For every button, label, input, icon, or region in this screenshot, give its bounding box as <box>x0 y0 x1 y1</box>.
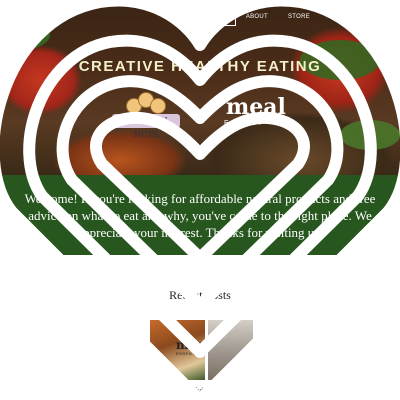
heart-outline-rings <box>0 0 400 400</box>
page-canvas: HOME ABOUT STORE BLOG CONTA CREATIVE HEA… <box>0 0 400 400</box>
